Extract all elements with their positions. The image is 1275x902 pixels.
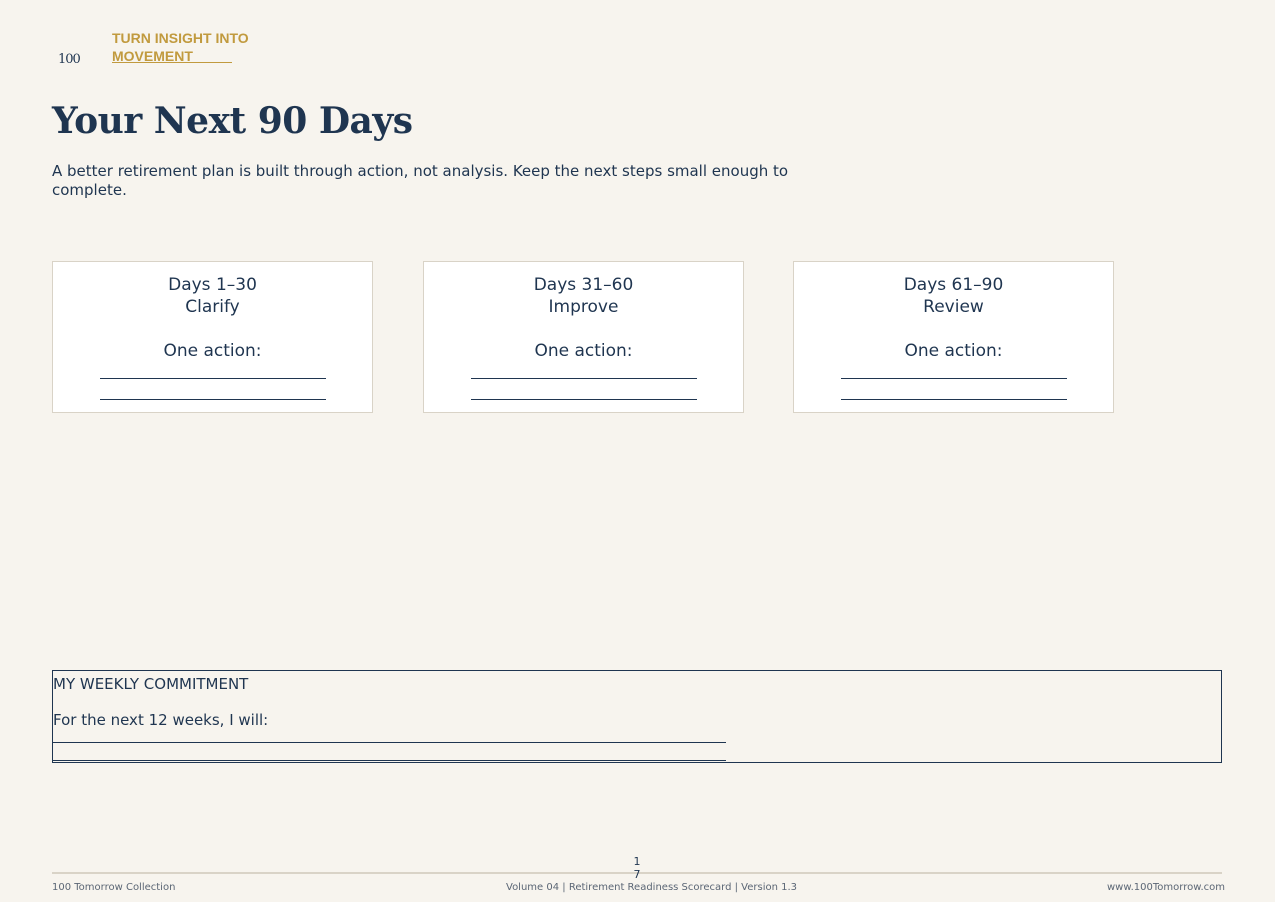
page-subtitle: A better retirement plan is built throug… xyxy=(52,162,789,199)
commitment-lead: For the next 12 weeks, I will: xyxy=(53,711,269,729)
page-title: Your Next 90 Days xyxy=(52,100,413,142)
page-number: 17 xyxy=(633,855,641,881)
card-days-1-30: Days 1–30 Clarify One action: xyxy=(52,261,373,413)
action-write-line[interactable] xyxy=(470,366,697,379)
commitment-write-line[interactable] xyxy=(53,742,726,743)
footer-volume: Volume 04 | Retirement Readiness Scoreca… xyxy=(506,882,798,893)
card-action-label: One action: xyxy=(534,341,633,361)
brand-logo: 100 xyxy=(58,52,81,67)
card-range: Days 61–90 xyxy=(903,275,1004,295)
action-write-line[interactable] xyxy=(840,366,1067,379)
weekly-commitment-box: MY WEEKLY COMMITMENT For the next 12 wee… xyxy=(52,670,1222,763)
footer-website[interactable]: www.100Tomorrow.com xyxy=(1107,882,1225,893)
card-action-label: One action: xyxy=(163,341,262,361)
commitment-write-line[interactable] xyxy=(53,760,726,761)
kicker-underline xyxy=(112,62,232,63)
card-days-61-90: Days 61–90 Review One action: xyxy=(793,261,1114,413)
commitment-heading: MY WEEKLY COMMITMENT xyxy=(53,675,249,693)
action-write-line[interactable] xyxy=(470,387,697,400)
card-theme: Review xyxy=(923,297,984,317)
card-theme: Improve xyxy=(548,297,619,317)
card-days-31-60: Days 31–60 Improve One action: xyxy=(423,261,744,413)
footer-collection: 100 Tomorrow Collection xyxy=(52,882,176,893)
action-write-line[interactable] xyxy=(99,366,326,379)
action-write-line[interactable] xyxy=(99,387,326,400)
card-range: Days 1–30 xyxy=(168,275,257,295)
action-write-line[interactable] xyxy=(840,387,1067,400)
section-kicker: TURN INSIGHT INTO MOVEMENT xyxy=(112,30,249,64)
card-theme: Clarify xyxy=(185,297,240,317)
card-action-label: One action: xyxy=(904,341,1003,361)
card-range: Days 31–60 xyxy=(533,275,634,295)
